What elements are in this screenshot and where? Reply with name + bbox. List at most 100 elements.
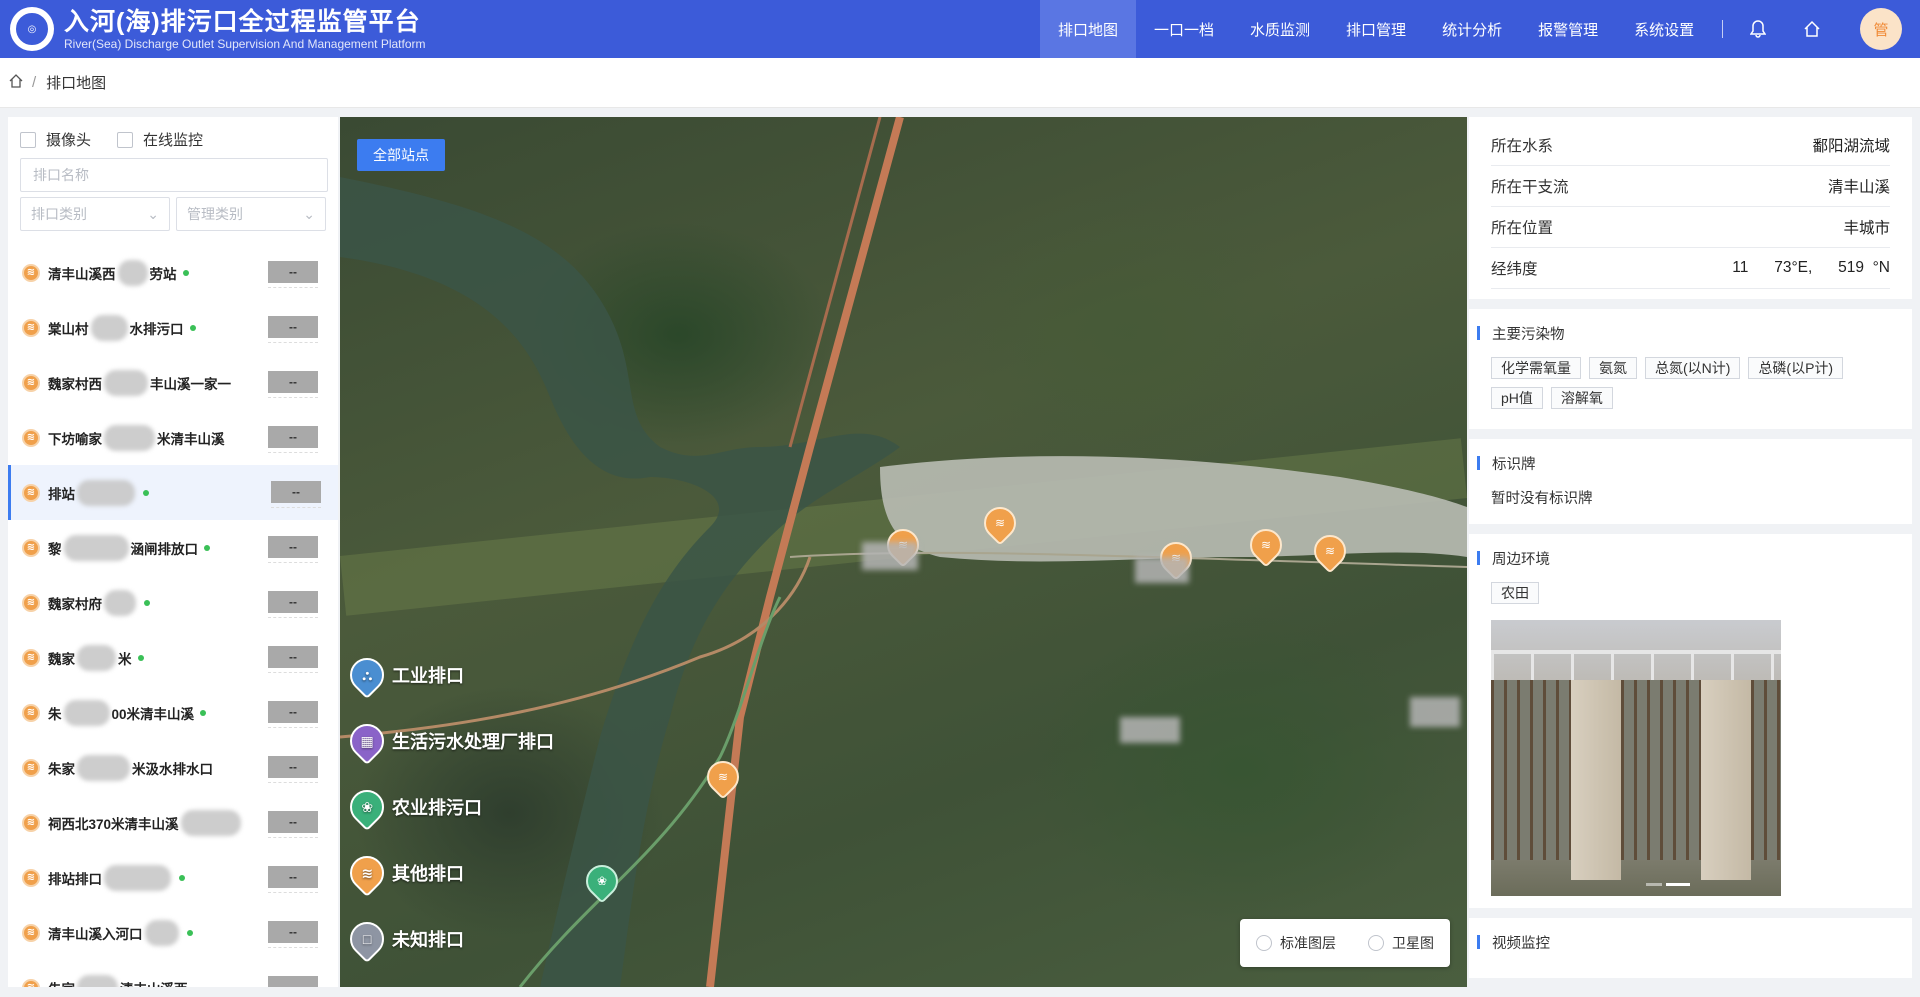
info-row-tributary: 所在干支流 清丰山溪 <box>1491 166 1890 207</box>
row-divider <box>268 727 318 728</box>
outlet-name: 下坊喻家 <box>48 431 102 447</box>
redacted-label <box>1120 717 1180 743</box>
home-icon[interactable] <box>1800 17 1824 41</box>
nav-alarm[interactable]: 报警管理 <box>1520 0 1616 58</box>
outlet-name-suffix: 米清丰山溪 <box>157 431 225 447</box>
outlet-list-item[interactable]: ≋ 朱家 米汲水排水口 -- <box>8 740 338 795</box>
outlet-list-item[interactable]: ≋ 排站排口 -- <box>8 850 338 905</box>
online-monitor-checkbox[interactable]: 在线监控 <box>117 129 203 150</box>
redacted-text <box>63 699 110 726</box>
outlet-status-badge: -- <box>268 426 318 448</box>
outlet-detail-panel: 所在水系 鄱阳湖流域 所在干支流 清丰山溪 所在位置 丰城市 经纬度 11 73°E, … <box>1469 117 1912 987</box>
pollutant-tag: 总磷(以P计) <box>1748 357 1844 379</box>
row-divider <box>268 892 318 893</box>
pollutants-title: 主要污染物 <box>1491 309 1890 357</box>
redacted-text <box>104 589 136 616</box>
outlet-name-search-input[interactable] <box>20 158 328 192</box>
video-title: 视频监控 <box>1491 918 1890 966</box>
nav-one-archive[interactable]: 一口一档 <box>1136 0 1232 58</box>
legend-sewage-plant[interactable]: ▦ 生活污水处理厂排口 <box>342 716 610 766</box>
outlet-status-badge: -- <box>268 261 318 283</box>
camera-checkbox[interactable]: 摄像头 <box>20 129 91 150</box>
sign-text: 暂时没有标识牌 <box>1491 491 1593 507</box>
outlet-list-item[interactable]: ≋ 棠山村 水排污口 -- <box>8 300 338 355</box>
legend-industrial-label: 工业排口 <box>392 666 464 686</box>
info-label: 经纬度 <box>1491 261 1538 278</box>
row-divider <box>271 507 321 508</box>
outlet-icon: ≋ <box>22 318 40 337</box>
camera-checkbox-label: 摄像头 <box>46 132 92 149</box>
outlet-list-panel: 摄像头 在线监控 排口类别 ⌄ 管理类别 ⌄ ≋ 清丰山溪西 劳站 -- ≋ 棠山村 水排污口 -… <box>8 117 338 987</box>
pollutant-tag: pH值 <box>1491 387 1543 409</box>
standard-layer-radio[interactable]: 标准图层 <box>1256 933 1336 953</box>
home-icon[interactable] <box>8 73 24 93</box>
outlet-icon: ≋ <box>22 978 40 987</box>
carousel-dots[interactable] <box>1646 883 1694 886</box>
legend-unknown[interactable]: □ 未知排口 <box>342 914 610 964</box>
outlet-name-suffix: 00米清丰山溪 <box>111 706 195 722</box>
unknown-icon: □ <box>342 914 392 964</box>
online-monitor-checkbox-label: 在线监控 <box>143 132 204 149</box>
chevron-down-icon: ⌄ <box>147 205 159 222</box>
outlet-name: 棠山村 <box>48 321 89 337</box>
info-label: 所在水系 <box>1491 138 1554 155</box>
main-nav: 排口地图 一口一档 水质监测 排口管理 统计分析 报警管理 系统设置 <box>1040 0 1712 58</box>
outlet-icon: ≋ <box>22 648 40 667</box>
outlet-list-item[interactable]: ≋ 魏家村府 -- <box>8 575 338 630</box>
outlet-name-suffix: 清丰山溪西 <box>120 978 188 988</box>
nav-outlet-manage[interactable]: 排口管理 <box>1328 0 1424 58</box>
row-divider <box>268 782 318 783</box>
outlet-list-item[interactable]: ≋ 清丰山溪西 劳站 -- <box>8 245 338 300</box>
nav-settings[interactable]: 系统设置 <box>1616 0 1712 58</box>
factory-icon: ⛬ <box>342 650 392 700</box>
outlet-list-item[interactable]: ≋ 朱 00米清丰山溪 -- <box>8 685 338 740</box>
legend-industrial[interactable]: ⛬ 工业排口 <box>342 650 610 700</box>
video-section: 视频监控 <box>1469 918 1912 978</box>
outlet-type-select[interactable]: 排口类别 ⌄ <box>20 197 170 231</box>
outlet-name: 魏家村府 <box>48 596 102 612</box>
online-status-dot <box>144 599 150 606</box>
outlet-status-badge: -- <box>268 646 318 668</box>
outlet-list-item[interactable]: ≋ 祠西北370米清丰山溪 -- <box>8 795 338 850</box>
online-status-dot <box>186 929 193 936</box>
info-row-water-system: 所在水系 鄱阳湖流域 <box>1491 125 1890 166</box>
redacted-text <box>104 369 148 396</box>
outlet-list-item[interactable]: ≋ 清丰山溪入河口 -- <box>8 905 338 960</box>
outlet-list-item[interactable]: ≋ 下坊喻家 米清丰山溪 -- <box>8 410 338 465</box>
outlet-list-item[interactable]: ≋ 黎 涵闸排放口 -- <box>8 520 338 575</box>
legend-agricultural[interactable]: ❀ 农业排污口 <box>342 782 610 832</box>
photo-pillar <box>1701 680 1751 880</box>
row-divider <box>268 397 318 398</box>
nav-outlet-map[interactable]: 排口地图 <box>1040 0 1137 58</box>
outlet-list-item[interactable]: ≋ 魏家 米 -- <box>8 630 338 685</box>
bell-icon[interactable] <box>1746 17 1770 41</box>
redacted-text <box>104 864 171 891</box>
online-status-dot <box>143 489 149 496</box>
breadcrumb: / 排口地图 <box>0 58 1920 108</box>
plant-icon: ❀ <box>342 782 392 832</box>
legend-agricultural-label: 农业排污口 <box>392 798 482 818</box>
all-stations-button[interactable]: 全部站点 <box>357 139 445 171</box>
outlet-name-suffix: 米 <box>118 651 132 667</box>
online-status-dot <box>204 544 210 551</box>
outlet-list-item[interactable]: ≋ 魏家村西 丰山溪一家一 -- <box>8 355 338 410</box>
outlet-icon: ≋ <box>22 813 40 832</box>
redacted-text <box>180 809 241 836</box>
user-avatar[interactable]: 管 <box>1860 8 1902 50</box>
outlet-name: 祠西北370米清丰山溪 <box>48 816 179 832</box>
manage-type-select[interactable]: 管理类别 ⌄ <box>176 197 326 231</box>
nav-water-quality[interactable]: 水质监测 <box>1232 0 1328 58</box>
outlet-type-select-label: 排口类别 <box>31 206 87 222</box>
info-value: 丰城市 <box>1843 220 1890 237</box>
online-status-dot <box>189 324 196 331</box>
satellite-layer-radio[interactable]: 卫星图 <box>1368 933 1434 953</box>
nav-statistics[interactable]: 统计分析 <box>1424 0 1520 58</box>
outlet-status-badge: -- <box>268 811 318 833</box>
environment-photo[interactable] <box>1491 620 1781 896</box>
pollutant-tags: 化学需氧量 氨氮 总氮(以N计) 总磷(以P计) pH值 溶解氧 <box>1491 357 1890 417</box>
outlet-list-item[interactable]: ≋ 朱家 清丰山溪西 -- <box>8 960 338 987</box>
satellite-map[interactable]: 全部站点 ≋ ≋ ≋ ≋ ≋ ≋ ❀ ⛬ 工业排口 ▦ 生活污水处理厂排口 ❀ … <box>340 117 1467 987</box>
outlet-list-item[interactable]: ≋ 排站 -- <box>8 465 338 520</box>
row-divider <box>268 672 318 673</box>
legend-other[interactable]: ≋ 其他排口 <box>342 848 610 898</box>
